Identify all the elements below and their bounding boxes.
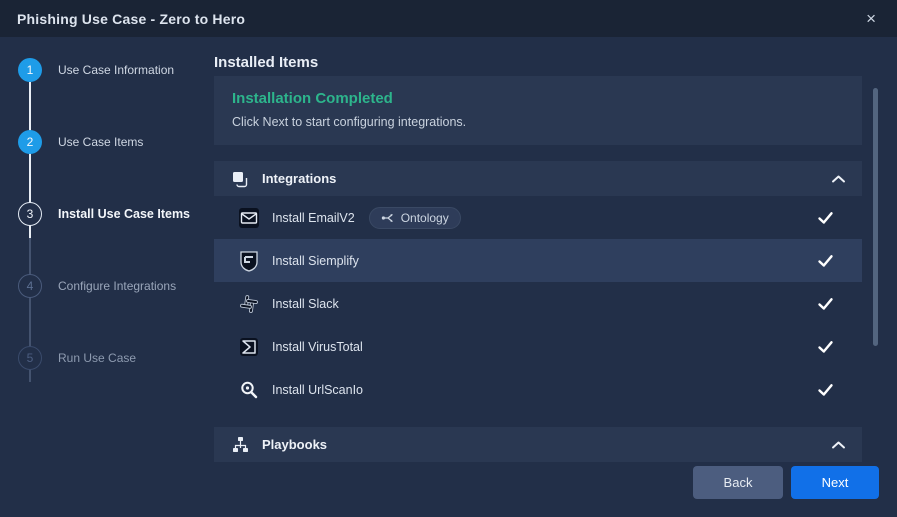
- badge-label: Ontology: [401, 211, 449, 225]
- chevron-up-icon[interactable]: [831, 440, 846, 450]
- step-label: Use Case Items: [58, 135, 143, 149]
- siemplify-shield-icon: [238, 250, 260, 272]
- next-button[interactable]: Next: [791, 466, 879, 499]
- playbooks-hierarchy-icon: [230, 436, 250, 453]
- section-header-playbooks[interactable]: Playbooks: [214, 427, 862, 462]
- slack-icon: [238, 293, 260, 315]
- step-label: Use Case Information: [58, 63, 174, 77]
- ontology-badge: Ontology: [369, 207, 461, 229]
- list-item-install-virustotal[interactable]: Install VirusTotal: [214, 325, 862, 368]
- integration-item-list: Install EmailV2 Ontology: [214, 196, 862, 411]
- list-item-label: Install EmailV2: [272, 211, 355, 225]
- step-run-use-case[interactable]: 5 Run Use Case: [18, 346, 136, 370]
- list-item-install-emailv2[interactable]: Install EmailV2 Ontology: [214, 196, 862, 239]
- magnifier-icon: [238, 379, 260, 401]
- list-item-install-urlscanio[interactable]: Install UrlScanIo: [214, 368, 862, 411]
- window-title: Phishing Use Case - Zero to Hero: [17, 11, 245, 27]
- check-icon: [817, 210, 834, 225]
- list-item-label: Install UrlScanIo: [272, 383, 363, 397]
- installation-status-banner: Installation Completed Click Next to sta…: [214, 76, 862, 145]
- list-item-install-siemplify[interactable]: Install Siemplify: [214, 239, 862, 282]
- integrations-icon: [230, 170, 250, 188]
- step-number-badge: 3: [18, 202, 42, 226]
- check-icon: [817, 253, 834, 268]
- back-button[interactable]: Back: [693, 466, 783, 499]
- chevron-up-icon[interactable]: [831, 174, 846, 184]
- vertical-scrollbar-thumb[interactable]: [873, 88, 878, 346]
- section-label: Integrations: [262, 171, 336, 186]
- step-configure-integrations[interactable]: 4 Configure Integrations: [18, 274, 176, 298]
- page-title: Installed Items: [214, 54, 318, 71]
- step-number-badge: 2: [18, 130, 42, 154]
- wizard-stepper: 1 Use Case Information 2 Use Case Items …: [0, 37, 214, 517]
- ontology-branch-icon: [381, 212, 395, 224]
- email-icon: [238, 207, 260, 229]
- list-item-install-slack[interactable]: Install Slack: [214, 282, 862, 325]
- step-number-badge: 1: [18, 58, 42, 82]
- close-icon[interactable]: ×: [862, 8, 880, 29]
- section-label: Playbooks: [262, 437, 327, 452]
- virustotal-icon: [238, 336, 260, 358]
- step-label: Run Use Case: [58, 351, 136, 365]
- section-header-integrations[interactable]: Integrations: [214, 161, 862, 196]
- step-number-badge: 4: [18, 274, 42, 298]
- installation-status-title: Installation Completed: [232, 90, 844, 107]
- titlebar: Phishing Use Case - Zero to Hero ×: [0, 0, 897, 37]
- check-icon: [817, 296, 834, 311]
- step-label: Install Use Case Items: [58, 207, 190, 221]
- step-install-use-case-items[interactable]: 3 Install Use Case Items: [18, 202, 190, 226]
- check-icon: [817, 339, 834, 354]
- step-number-badge: 5: [18, 346, 42, 370]
- use-case-wizard-modal: Phishing Use Case - Zero to Hero × 1 Use…: [0, 0, 897, 517]
- step-use-case-items[interactable]: 2 Use Case Items: [18, 130, 143, 154]
- step-label: Configure Integrations: [58, 279, 176, 293]
- check-icon: [817, 382, 834, 397]
- installation-status-subtitle: Click Next to start configuring integrat…: [232, 115, 844, 129]
- list-item-label: Install VirusTotal: [272, 340, 363, 354]
- list-item-label: Install Siemplify: [272, 254, 359, 268]
- step-use-case-information[interactable]: 1 Use Case Information: [18, 58, 174, 82]
- list-item-label: Install Slack: [272, 297, 339, 311]
